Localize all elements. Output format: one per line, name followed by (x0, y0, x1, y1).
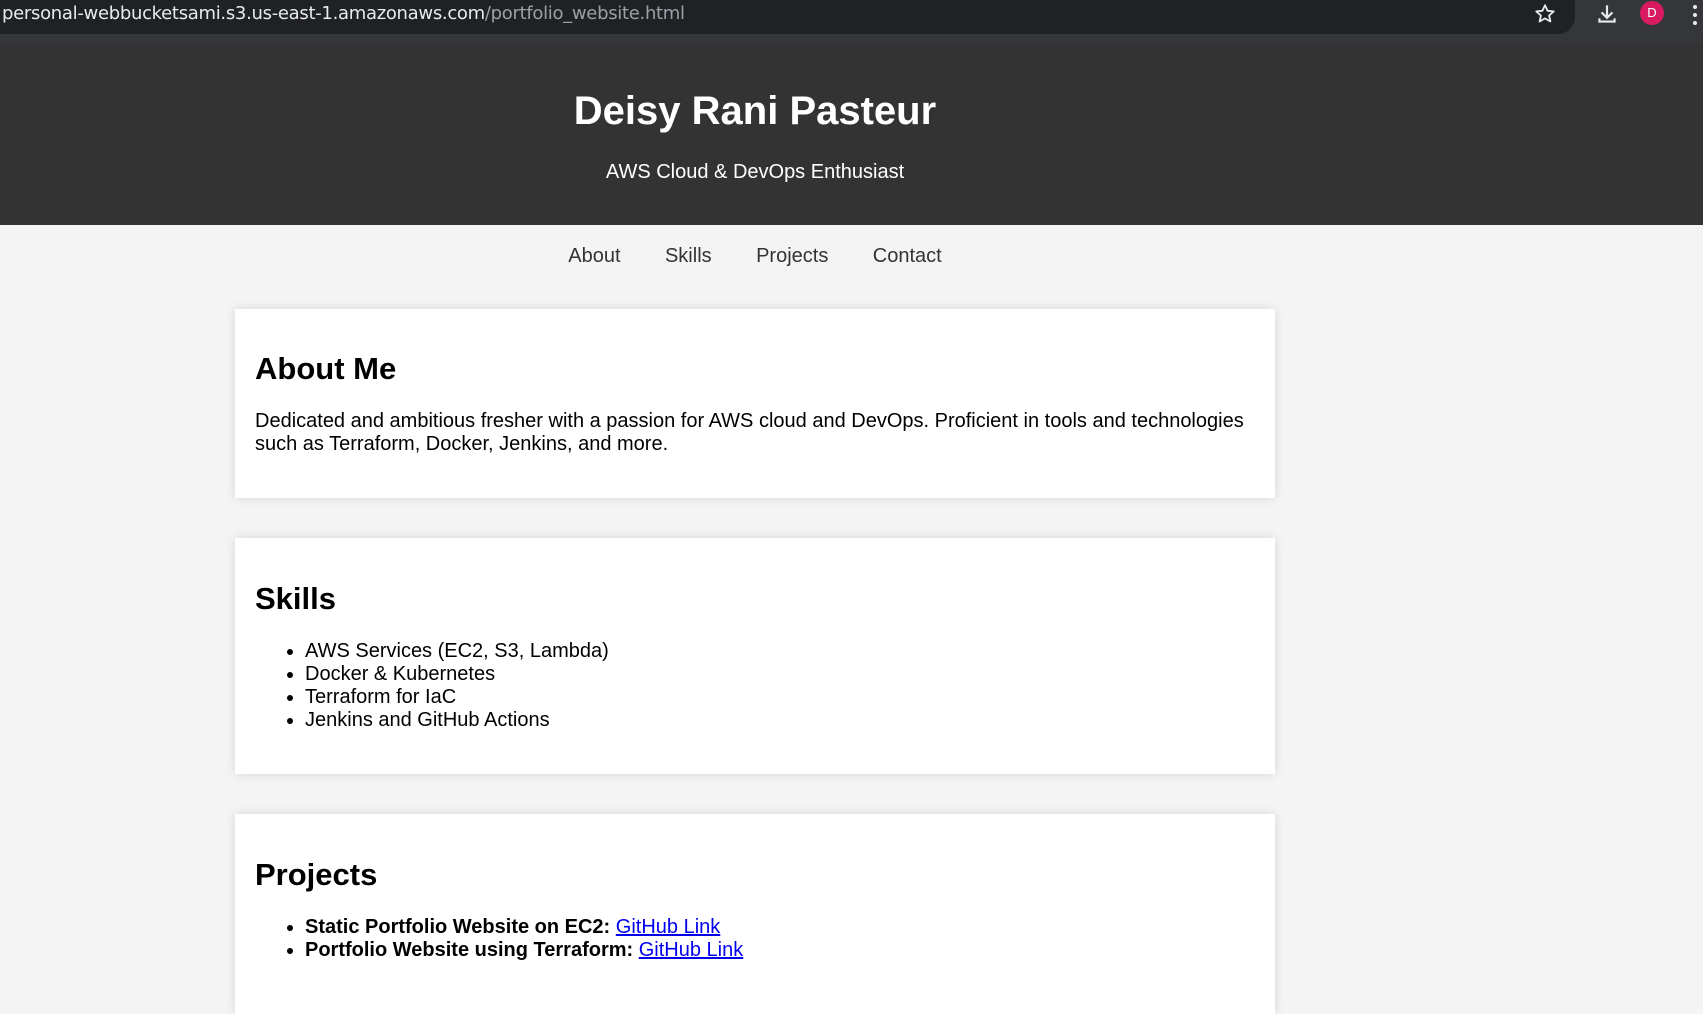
project-github-link[interactable]: GitHub Link (639, 939, 744, 961)
url-text[interactable]: personal-webbucketsami.s3.us-east-1.amaz… (2, 3, 685, 24)
project-github-link[interactable]: GitHub Link (616, 916, 721, 938)
skill-item: Terraform for IaC (305, 686, 609, 709)
about-text: Dedicated and ambitious fresher with a p… (255, 410, 1244, 455)
site-header: Deisy Rani Pasteur AWS Cloud & DevOps En… (0, 44, 1703, 225)
profile-avatar[interactable]: D (1640, 1, 1664, 25)
nav-link-about[interactable]: About (568, 225, 620, 287)
skills-list: AWS Services (EC2, S3, Lambda) Docker & … (255, 640, 609, 732)
projects-heading: Projects (255, 857, 378, 892)
about-section: About Me Dedicated and ambitious fresher… (235, 309, 1275, 498)
project-item: Portfolio Website using Terraform: GitHu… (305, 939, 743, 962)
download-icon[interactable] (1594, 1, 1620, 27)
skills-heading: Skills (255, 581, 336, 616)
star-icon[interactable] (1533, 2, 1557, 26)
nav-link-projects[interactable]: Projects (756, 225, 828, 287)
browser-toolbar: personal-webbucketsami.s3.us-east-1.amaz… (0, 0, 1703, 44)
nav-link-skills[interactable]: Skills (665, 225, 712, 287)
url-path: /portfolio_website.html (484, 3, 685, 24)
skill-item: Jenkins and GitHub Actions (305, 709, 609, 732)
projects-list: Static Portfolio Website on EC2: GitHub … (255, 916, 743, 962)
skill-item: AWS Services (EC2, S3, Lambda) (305, 640, 609, 663)
main-nav: About Skills Projects Contact (0, 225, 1510, 287)
project-title: Static Portfolio Website on EC2: (305, 916, 611, 938)
nav-link-contact[interactable]: Contact (873, 225, 942, 287)
kebab-menu-icon[interactable] (1688, 2, 1702, 28)
project-title: Portfolio Website using Terraform: (305, 939, 634, 961)
url-host: personal-webbucketsami.s3.us-east-1.amaz… (2, 3, 485, 24)
project-item: Static Portfolio Website on EC2: GitHub … (305, 916, 743, 939)
about-heading: About Me (255, 351, 397, 386)
address-bar[interactable]: personal-webbucketsami.s3.us-east-1.amaz… (0, 0, 1575, 34)
skills-section: Skills AWS Services (EC2, S3, Lambda) Do… (235, 538, 1275, 774)
site-subtitle: AWS Cloud & DevOps Enthusiast (605, 161, 905, 183)
projects-section: Projects Static Portfolio Website on EC2… (235, 814, 1275, 1014)
site-title: Deisy Rani Pasteur (573, 89, 937, 133)
skill-item: Docker & Kubernetes (305, 663, 609, 686)
